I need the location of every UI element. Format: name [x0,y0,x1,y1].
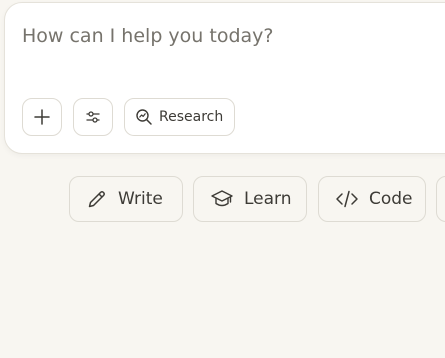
suggestion-code-button[interactable]: Code [318,176,426,222]
suggestion-learn-label: Learn [244,189,292,209]
plus-icon [33,108,51,126]
pencil-icon [86,188,108,210]
prompt-input[interactable] [22,25,442,47]
suggestion-write-button[interactable]: Write [69,176,183,222]
graduation-cap-icon [210,188,234,210]
sliders-icon [84,108,102,126]
chat-home: Research Write Learn [0,0,445,358]
research-icon [135,108,153,126]
suggestion-learn-button[interactable]: Learn [193,176,307,222]
suggestion-write-label: Write [118,189,163,209]
message-composer: Research [4,2,445,154]
research-label: Research [159,109,224,125]
research-button[interactable]: Research [124,98,235,136]
tools-settings-button[interactable] [73,98,113,136]
suggestion-code-label: Code [369,189,413,209]
code-icon [335,188,359,210]
suggestion-more-button[interactable] [436,176,445,222]
add-attachment-button[interactable] [22,98,62,136]
